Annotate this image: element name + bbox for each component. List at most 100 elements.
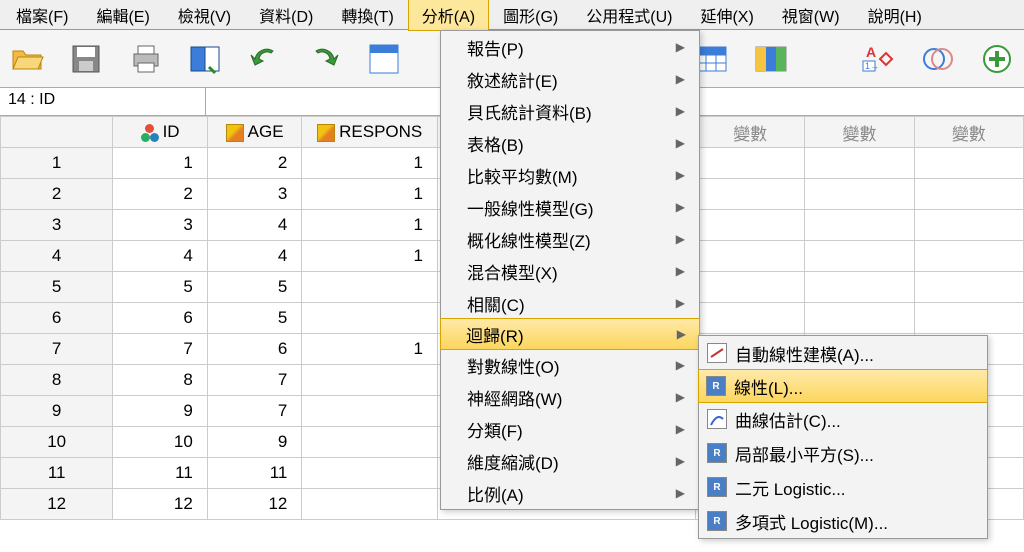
redo-button[interactable] [304,38,346,80]
cell-reference[interactable]: 14 : ID [0,88,206,115]
cell-age[interactable]: 4 [207,241,302,272]
cell-empty[interactable] [805,272,914,303]
menu-edit[interactable]: 編輯(E) [82,0,163,31]
row-header[interactable]: 12 [1,489,113,520]
cell-empty[interactable] [696,210,805,241]
column-header-var[interactable]: 變數 [914,117,1023,148]
submenu-linear[interactable]: R線性(L)... [698,369,988,403]
row-header[interactable]: 11 [1,458,113,489]
row-header[interactable]: 1 [1,148,113,179]
cell-id[interactable]: 2 [113,179,208,210]
menu-graphs[interactable]: 圖形(G) [489,0,572,31]
cell-age[interactable]: 7 [207,365,302,396]
undo-button[interactable] [244,38,286,80]
cell-response[interactable] [302,458,438,489]
print-button[interactable] [125,38,167,80]
submenu-curve[interactable]: 曲線估計(C)... [699,402,987,436]
cell-response[interactable] [302,489,438,520]
submenu-pls[interactable]: R局部最小平方(S)... [699,436,987,470]
cell-age[interactable]: 7 [207,396,302,427]
cell-response[interactable] [302,427,438,458]
cell-empty[interactable] [805,303,914,334]
cell-empty[interactable] [696,272,805,303]
cell-empty[interactable] [696,303,805,334]
cell-age[interactable]: 2 [207,148,302,179]
cell-id[interactable]: 5 [113,272,208,303]
cell-id[interactable]: 11 [113,458,208,489]
cell-id[interactable]: 8 [113,365,208,396]
cell-age[interactable]: 6 [207,334,302,365]
cell-empty[interactable] [696,241,805,272]
menu-loglinear[interactable]: 對數線性(O)▶ [441,349,699,381]
column-header-id[interactable]: ID [113,117,208,148]
cell-response[interactable]: 1 [302,148,438,179]
menu-bayesian[interactable]: 貝氏統計資料(B)▶ [441,95,699,127]
menu-help[interactable]: 說明(H) [854,0,936,31]
spellcheck-button[interactable] [917,38,959,80]
menu-transform[interactable]: 轉換(T) [327,0,407,31]
menu-analyze[interactable]: 分析(A) [408,0,489,31]
menu-dimred[interactable]: 維度縮減(D)▶ [441,445,699,477]
cell-empty[interactable] [805,179,914,210]
cell-empty[interactable] [914,148,1023,179]
cell-id[interactable]: 10 [113,427,208,458]
row-header[interactable]: 6 [1,303,113,334]
menu-tables[interactable]: 表格(B)▶ [441,127,699,159]
column-header-var[interactable]: 變數 [805,117,914,148]
cell-age[interactable]: 12 [207,489,302,520]
cell-id[interactable]: 9 [113,396,208,427]
menu-glm[interactable]: 一般線性模型(G)▶ [441,191,699,223]
menu-extensions[interactable]: 延伸(X) [686,0,767,31]
use-sets-button[interactable] [750,38,792,80]
save-button[interactable] [66,38,108,80]
cell-empty[interactable] [696,148,805,179]
cell-response[interactable] [302,396,438,427]
cell-response[interactable] [302,303,438,334]
row-header[interactable]: 2 [1,179,113,210]
cell-empty[interactable] [805,241,914,272]
menu-data[interactable]: 資料(D) [245,0,327,31]
column-header-var[interactable]: 變數 [696,117,805,148]
cell-empty[interactable] [914,241,1023,272]
cell-age[interactable]: 5 [207,303,302,334]
cell-age[interactable]: 5 [207,272,302,303]
cell-age[interactable]: 11 [207,458,302,489]
cell-response[interactable]: 1 [302,241,438,272]
menu-regression[interactable]: 迴歸(R)▶ [440,318,700,350]
show-all-button[interactable]: A1→ [857,38,899,80]
menu-correlate[interactable]: 相關(C)▶ [441,287,699,319]
row-header[interactable]: 7 [1,334,113,365]
open-button[interactable] [6,38,48,80]
row-header[interactable]: 8 [1,365,113,396]
cell-empty[interactable] [914,272,1023,303]
menu-file[interactable]: 檔案(F) [2,0,82,31]
menu-mixed[interactable]: 混合模型(X)▶ [441,255,699,287]
menu-view[interactable]: 檢視(V) [164,0,245,31]
cell-empty[interactable] [805,210,914,241]
cell-empty[interactable] [696,179,805,210]
submenu-binary-logistic[interactable]: R二元 Logistic... [699,470,987,504]
cell-response[interactable]: 1 [302,334,438,365]
cell-response[interactable]: 1 [302,179,438,210]
cell-id[interactable]: 6 [113,303,208,334]
cell-id[interactable]: 3 [113,210,208,241]
row-header[interactable]: 5 [1,272,113,303]
row-header[interactable]: 4 [1,241,113,272]
cell-empty[interactable] [914,210,1023,241]
submenu-multinomial-logistic[interactable]: R多項式 Logistic(M)... [699,504,987,538]
menu-utilities[interactable]: 公用程式(U) [572,0,686,31]
cell-id[interactable]: 1 [113,148,208,179]
row-header[interactable]: 3 [1,210,113,241]
menu-reports[interactable]: 報告(P)▶ [441,31,699,63]
cell-response[interactable]: 1 [302,210,438,241]
column-header-age[interactable]: AGE [207,117,302,148]
cell-id[interactable]: 7 [113,334,208,365]
menu-genlin[interactable]: 概化線性模型(Z)▶ [441,223,699,255]
menu-scale[interactable]: 比例(A)▶ [441,477,699,509]
submenu-auto-linear[interactable]: 自動線性建模(A)... [699,336,987,370]
cell-empty[interactable] [914,303,1023,334]
row-header[interactable]: 9 [1,396,113,427]
menu-neural[interactable]: 神經網路(W)▶ [441,381,699,413]
cell-age[interactable]: 4 [207,210,302,241]
cell-age[interactable]: 9 [207,427,302,458]
